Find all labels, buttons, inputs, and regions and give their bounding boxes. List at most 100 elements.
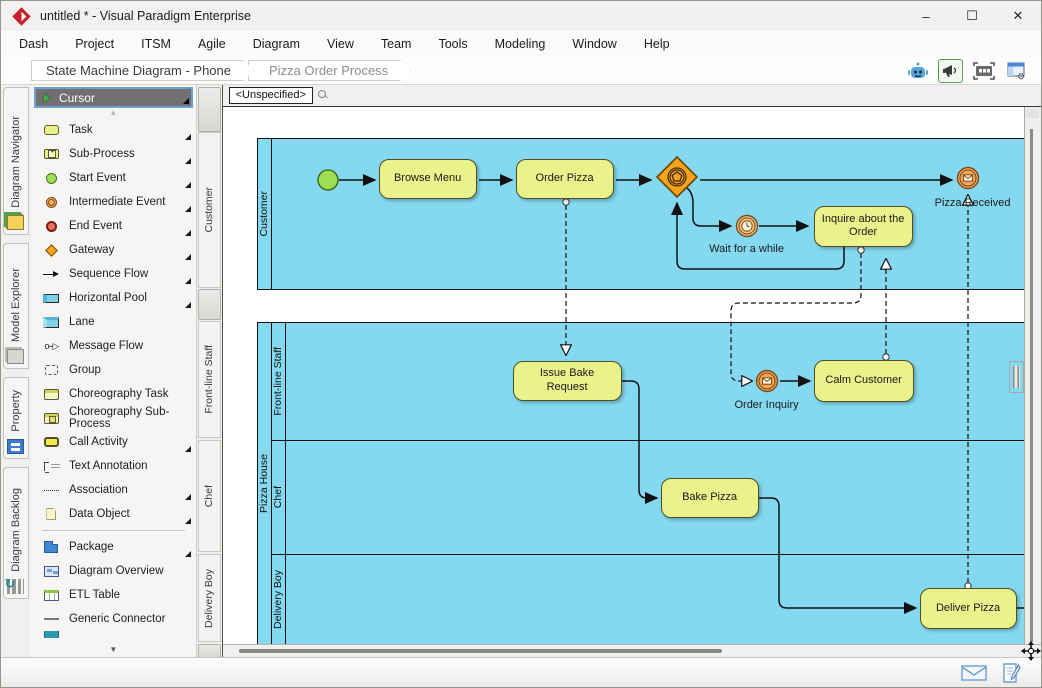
palette-item-generic-connector[interactable]: Generic Connector — [34, 607, 193, 631]
menu-project[interactable]: Project — [75, 37, 114, 51]
gateway-icon — [45, 244, 58, 257]
mail-icon[interactable] — [961, 664, 987, 682]
horizontal-scrollbar[interactable] — [223, 645, 1021, 657]
timer-event-wait[interactable] — [735, 214, 759, 238]
strip-label-customer[interactable]: Customer — [198, 132, 221, 288]
task-deliver-pizza[interactable]: Deliver Pizza — [920, 588, 1017, 629]
choreography-task-icon — [44, 389, 59, 400]
tab-diagram-navigator[interactable]: Diagram Navigator — [3, 87, 29, 235]
menu-help[interactable]: Help — [644, 37, 670, 51]
menu-modeling[interactable]: Modeling — [495, 37, 546, 51]
palette-item-data-object[interactable]: Data Object — [34, 502, 193, 526]
message-event-order-inquiry[interactable] — [755, 369, 779, 393]
breadcrumb-item-diagram[interactable]: State Machine Diagram - Phone — [31, 60, 254, 81]
tab-property[interactable]: Property — [3, 377, 29, 459]
task-inquire-about-the-order[interactable]: Inquire about the Order — [814, 206, 913, 247]
menu-window[interactable]: Window — [572, 37, 616, 51]
sub-process-icon — [44, 149, 59, 159]
label-order-inquiry: Order Inquiry — [717, 399, 817, 411]
vertical-scrollbar-track[interactable] — [1030, 129, 1033, 642]
task-order-pizza[interactable]: Order Pizza — [516, 159, 614, 199]
association-icon — [44, 490, 59, 491]
palette-item-sub-process[interactable]: Sub-Process — [34, 142, 193, 166]
palette-item-choreography-sub-process[interactable]: Choreography Sub-Process — [34, 406, 193, 430]
call-activity-icon — [44, 437, 59, 447]
palette-item-lane[interactable]: Lane — [34, 310, 193, 334]
strip-spacer[interactable] — [198, 289, 221, 320]
strip-label-delivery-boy[interactable]: Delivery Boy — [198, 554, 221, 642]
menu-itsm[interactable]: ITSM — [141, 37, 171, 51]
palette-item-end-event[interactable]: End Event — [34, 214, 193, 238]
menu-agile[interactable]: Agile — [198, 37, 226, 51]
palette-item-sequence-flow[interactable]: Sequence Flow — [34, 262, 193, 286]
palette-item-task[interactable]: Task — [34, 118, 193, 142]
maximize-button[interactable]: ☐ — [949, 1, 995, 31]
task-issue-bake-request[interactable]: Issue Bake Request — [513, 361, 622, 401]
menu-tools[interactable]: Tools — [438, 37, 467, 51]
task-browse-menu[interactable]: Browse Menu — [379, 159, 477, 199]
diagram-overview-icon — [44, 566, 59, 577]
ai-bot-icon[interactable] — [905, 59, 930, 83]
menu-bar: Dash Project ITSM Agile Diagram View Tea… — [1, 31, 1041, 57]
strip-label-front-line-staff[interactable]: Front-line Staff — [198, 321, 221, 438]
window-title: untitled * - Visual Paradigm Enterprise — [40, 9, 251, 23]
message-flow-icon: o--▷ — [44, 341, 58, 352]
generic-connector-icon — [44, 618, 59, 620]
menu-team[interactable]: Team — [381, 37, 412, 51]
pan-button[interactable] — [1021, 645, 1041, 657]
palette-item-cursor[interactable]: Cursor — [34, 87, 193, 108]
menu-diagram[interactable]: Diagram — [253, 37, 300, 51]
palette-scroll-down-icon[interactable]: ▼ — [34, 645, 193, 657]
tab-diagram-backlog[interactable]: Diagram Backlog — [3, 467, 29, 599]
diagram-canvas[interactable]: Customer Pizza House Front-line Staff Ch… — [223, 107, 1024, 644]
palette-item-package[interactable]: Package — [34, 535, 193, 559]
palette-scroll-up-icon[interactable]: ▲ — [34, 108, 193, 118]
palette-item-horizontal-pool[interactable]: Horizontal Pool — [34, 286, 193, 310]
palette-item-message-flow[interactable]: o--▷Message Flow — [34, 334, 193, 358]
diagram-tab-bar: <Unspecified> — [223, 85, 1041, 106]
palette-item-diagram-overview[interactable]: Diagram Overview — [34, 559, 193, 583]
palette-item-association[interactable]: Association — [34, 478, 193, 502]
event-gateway[interactable] — [655, 155, 699, 199]
palette-item-text-annotation[interactable]: Text Annotation — [34, 454, 193, 478]
notes-icon[interactable] — [1001, 663, 1021, 683]
vertical-scrollbar[interactable] — [1024, 107, 1041, 644]
diagram-navigator-icon — [7, 215, 24, 230]
breadcrumb-item-process[interactable]: Pizza Order Process — [248, 60, 411, 81]
pan-crosshair-icon — [1021, 641, 1041, 661]
menu-dash[interactable]: Dash — [19, 37, 48, 51]
diagram-backlog-icon — [7, 579, 24, 594]
task-calm-customer[interactable]: Calm Customer — [814, 360, 914, 402]
minimize-button[interactable]: – — [903, 1, 949, 31]
search-icon[interactable] — [318, 90, 328, 100]
palette-item-etl-table[interactable]: ETL Table — [34, 583, 193, 607]
horizontal-scrollbar-thumb[interactable] — [239, 649, 722, 653]
palette-item-group[interactable]: Group — [34, 358, 193, 382]
palette-item-clipped[interactable] — [34, 631, 193, 638]
close-button[interactable]: ✕ — [995, 1, 1041, 31]
diagram-tab-unspecified[interactable]: <Unspecified> — [229, 87, 313, 104]
tab-model-explorer[interactable]: Model Explorer — [3, 243, 29, 369]
strip-spacer[interactable] — [198, 644, 221, 658]
menu-view[interactable]: View — [327, 37, 354, 51]
palette-item-intermediate-event[interactable]: Intermediate Event — [34, 190, 193, 214]
palette-item-call-activity[interactable]: Call Activity — [34, 430, 193, 454]
strip-label-chef[interactable]: Chef — [198, 440, 221, 552]
megaphone-icon[interactable] — [938, 59, 963, 83]
task-bake-pizza[interactable]: Bake Pizza — [661, 478, 759, 518]
clipped-item-icon — [44, 631, 59, 638]
cursor-icon — [44, 94, 50, 102]
window-settings-icon[interactable]: ⚙ — [1004, 59, 1029, 83]
palette-item-gateway[interactable]: Gateway — [34, 238, 193, 262]
panel-splitter-grip[interactable] — [1009, 361, 1024, 393]
group-icon — [45, 365, 58, 375]
app-logo-icon — [12, 7, 30, 25]
palette-item-start-event[interactable]: Start Event — [34, 166, 193, 190]
selection-frame-icon[interactable] — [971, 59, 996, 83]
palette-item-choreography-task[interactable]: Choreography Task — [34, 382, 193, 406]
start-event[interactable] — [316, 168, 340, 192]
side-tab-bar: Diagram Navigator Model Explorer Propert… — [1, 85, 31, 657]
message-event-pizza-received[interactable] — [956, 166, 980, 190]
app-window: untitled * - Visual Paradigm Enterprise … — [0, 0, 1042, 688]
strip-spacer[interactable] — [198, 87, 221, 132]
